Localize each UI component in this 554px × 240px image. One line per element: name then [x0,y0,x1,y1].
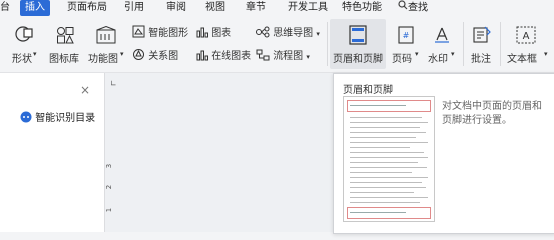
shape-button[interactable]: 形状 ▾ [0,22,40,66]
header-footer-tooltip: 页眉和页脚 对文档中页面的页眉和页脚进行设置。 [333,73,554,234]
header-footer-button[interactable]: 页眉和页脚 [330,19,386,69]
textbox-button[interactable]: A 文本框 ▾ [504,22,554,66]
icon-library-button[interactable]: 图标库 [46,22,84,66]
smart-toc-button[interactable]: 智能识别目录 [20,109,95,126]
menu-item-references[interactable]: 引用 [124,0,144,16]
menu-item-home[interactable]: 台 [0,0,10,16]
tooltip-description: 对文档中页面的页眉和页脚进行设置。 [442,101,542,126]
shape-label: 形状 [12,54,32,65]
chevron-down-icon: ▾ [451,50,455,58]
mindmap-button[interactable]: 思维导图 ▾ [256,24,320,40]
textbox-label: 文本框 [507,54,537,65]
watermark-button[interactable]: 水印 ▾ [426,22,460,66]
comment-label: 批注 [471,54,491,65]
search-label: 查找 [408,2,428,14]
ruler-number: 3 [105,163,114,169]
preview-footer-box [347,207,431,219]
relation-chart-label: 关系图 [148,51,179,62]
toolbar-separator [463,22,464,66]
page-number-label: 页码 [392,54,412,65]
smart-graphic-label: 智能图形 [148,28,189,39]
icon-library-label: 图标库 [49,54,79,65]
menu-item-chapter[interactable]: 章节 [246,0,266,16]
toolbar-separator [500,22,501,66]
menu-item-search[interactable]: 查找 [398,0,428,16]
ribbon-toolbar: 形状 ▾ 图标库 功能图 ▾ 智能图形 关系图 图表 在线图表 思维导图 ▾ 流… [0,16,554,73]
menu-item-features[interactable]: 特色功能 [342,0,382,16]
tooltip-preview-image [343,96,435,222]
toolbar-separator [327,22,328,66]
online-chart-button[interactable]: 在线图表 [196,47,251,63]
online-chart-label: 在线图表 [211,51,252,62]
chevron-down-icon: ▾ [316,30,320,38]
mindmap-label: 思维导图 [273,28,314,39]
flowchart-button[interactable]: 流程图 ▾ [256,47,310,63]
menu-item-insert[interactable]: 插入 [20,0,50,16]
navigation-pane: × 智能识别目录 [0,73,105,232]
online-chart-icon [196,49,208,64]
page-number-icon: # [398,26,414,47]
chevron-down-icon: ▾ [415,50,419,58]
relation-chart-button[interactable]: 关系图 [132,47,178,63]
watermark-label: 水印 [428,54,448,65]
svg-text:#: # [403,31,410,40]
comment-button[interactable]: 批注 [466,22,498,66]
smart-graphic-button[interactable]: 智能图形 [132,24,188,40]
chart-label: 图表 [211,28,232,39]
comment-icon [473,26,491,47]
smart-toc-label: 智能识别目录 [35,113,96,124]
function-chart-icon [96,25,116,47]
svg-text:A: A [523,31,530,42]
tooltip-title: 页眉和页脚 [343,85,393,96]
textbox-icon: A [516,26,536,47]
menu-item-developer[interactable]: 开发工具 [288,0,328,16]
watermark-icon [434,26,450,47]
flowchart-label: 流程图 [273,51,304,62]
menu-item-page-layout[interactable]: 页面布局 [67,0,107,16]
ruler-number: 1 [105,207,114,213]
smart-toc-icon [20,111,32,126]
chevron-down-icon: ▾ [120,50,124,58]
chevron-down-icon: ▾ [33,50,37,58]
bar-chart-icon [196,26,208,41]
chart-button[interactable]: 图表 [196,24,231,40]
ruler-number: 2 [105,184,114,190]
function-chart-button[interactable]: 功能图 ▾ [86,22,130,66]
ruler-corner-marker: ∟ [110,79,117,88]
flowchart-icon [256,49,270,64]
function-chart-label: 功能图 [88,54,118,65]
menu-bar: 台 插入 页面布局 引用 审阅 视图 章节 开发工具 特色功能 查找 [0,0,554,16]
icon-library-icon [56,26,74,47]
chevron-down-icon: ▾ [306,53,310,61]
page-number-button[interactable]: # 页码 ▾ [390,22,424,66]
header-footer-label: 页眉和页脚 [333,54,383,65]
menu-item-review[interactable]: 审阅 [166,0,186,16]
mindmap-icon [256,26,270,41]
preview-header-box [347,100,431,112]
header-footer-icon [349,25,367,48]
smart-graphic-icon [132,25,145,41]
chevron-down-icon: ▾ [544,50,548,58]
close-icon[interactable]: × [80,83,90,97]
shape-icon [15,26,33,45]
menu-item-view[interactable]: 视图 [205,0,225,16]
search-icon [398,0,408,15]
relation-chart-icon [132,48,145,64]
